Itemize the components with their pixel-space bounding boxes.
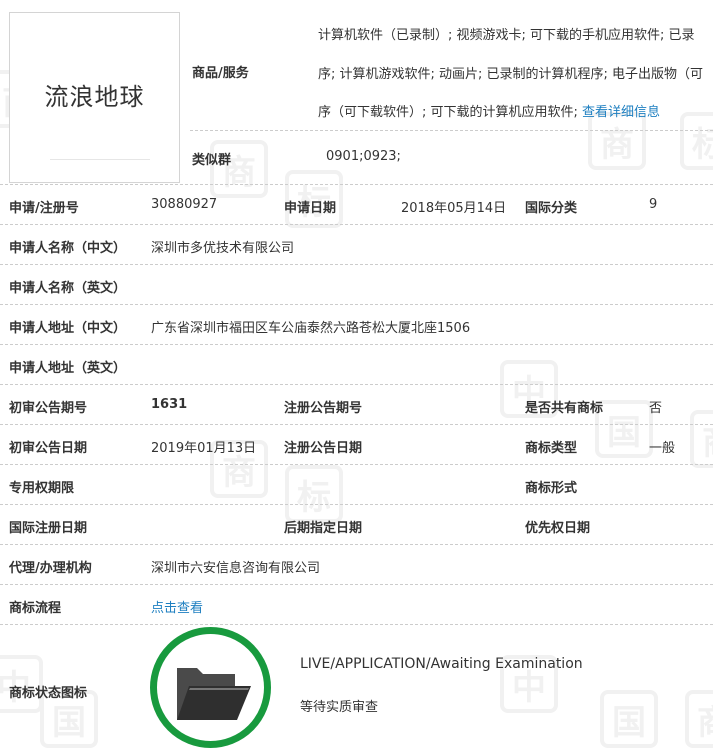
tm-type-label: 商标类型 — [525, 441, 578, 456]
watermark-mark: 国 — [600, 690, 658, 748]
similar-group-value: 0901;0923; — [326, 149, 401, 164]
applicant-cn-value: 深圳市多优技术有限公司 — [151, 241, 295, 256]
trademark-image: 流浪地球 — [9, 12, 180, 183]
intl-class-label: 国际分类 — [525, 201, 578, 216]
intl-reg-date-label: 国际注册日期 — [9, 521, 88, 536]
shared-value: 否 — [649, 401, 663, 416]
reg-no-label: 申请/注册号 — [9, 201, 79, 216]
divider — [0, 464, 713, 465]
divider — [0, 504, 713, 505]
view-detail-link[interactable]: 查看详细信息 — [582, 105, 660, 120]
divider — [0, 544, 713, 545]
watermark-mark: 国 — [595, 400, 653, 458]
watermark-mark: 标 — [285, 465, 343, 523]
goods-line-1: 计算机软件（已录制）; 视频游戏卡; 可下载的手机应用软件; 已录 — [318, 28, 695, 43]
logo-underline — [50, 159, 150, 160]
divider — [0, 584, 713, 585]
divider — [190, 130, 713, 131]
status-icon — [150, 627, 271, 748]
status-en-text: LIVE/APPLICATION/Awaiting Examination — [300, 656, 583, 672]
goods-label: 商品/服务 — [192, 66, 249, 81]
prelim-date-value: 2019年01月13日 — [151, 441, 257, 456]
process-label: 商标流程 — [9, 601, 62, 616]
status-label: 商标状态图标 — [9, 686, 88, 701]
goods-line-3-text: 序（可下载软件）; 可下载的计算机应用软件; — [318, 105, 583, 120]
folder-icon — [177, 668, 251, 720]
reg-issue-label: 注册公告期号 — [284, 401, 363, 416]
apply-date-label: 申请日期 — [284, 201, 337, 216]
applicant-cn-label: 申请人名称（中文） — [9, 241, 127, 256]
divider — [0, 624, 713, 625]
applicant-en-label: 申请人名称（英文） — [9, 281, 127, 296]
apply-date-value: 2018年05月14日 — [401, 201, 507, 216]
address-cn-label: 申请人地址（中文） — [9, 321, 127, 336]
divider — [0, 384, 713, 385]
divider — [0, 424, 713, 425]
prelim-issue-value: 1631 — [151, 397, 188, 412]
prelim-issue-label: 初审公告期号 — [9, 401, 88, 416]
watermark-mark: 商 — [685, 690, 713, 748]
divider — [0, 304, 713, 305]
later-date-label: 后期指定日期 — [284, 521, 363, 536]
shared-label: 是否共有商标 — [525, 401, 604, 416]
prelim-date-label: 初审公告日期 — [9, 441, 88, 456]
trademark-logo-text: 流浪地球 — [44, 83, 145, 111]
reg-date-label: 注册公告日期 — [284, 441, 363, 456]
tm-type-value: 一般 — [649, 441, 676, 456]
view-process-link[interactable]: 点击查看 — [151, 597, 203, 616]
exclusive-period-label: 专用权期限 — [9, 481, 75, 496]
agent-value: 深圳市六安信息咨询有限公司 — [151, 561, 321, 576]
goods-line-2: 序; 计算机游戏软件; 动画片; 已录制的计算机程序; 电子出版物（可 — [318, 67, 704, 82]
divider — [0, 264, 713, 265]
agent-label: 代理/办理机构 — [9, 561, 92, 576]
divider — [0, 224, 713, 225]
address-en-label: 申请人地址（英文） — [9, 361, 127, 376]
watermark-mark: 商 — [690, 410, 713, 468]
similar-group-label: 类似群 — [192, 153, 232, 168]
status-cn-text: 等待实质审查 — [300, 700, 379, 715]
divider — [0, 344, 713, 345]
reg-no-value: 30880927 — [151, 197, 218, 212]
watermark-mark: 商 — [588, 112, 646, 170]
goods-line-3: 序（可下载软件）; 可下载的计算机应用软件; 查看详细信息 — [318, 101, 660, 120]
intl-class-value: 9 — [649, 197, 658, 212]
divider — [0, 184, 713, 185]
watermark-mark: 标 — [680, 112, 713, 170]
priority-date-label: 优先权日期 — [525, 521, 591, 536]
address-cn-value: 广东省深圳市福田区车公庙泰然六路苍松大厦北座1506 — [151, 321, 471, 336]
tm-form-label: 商标形式 — [525, 481, 578, 496]
